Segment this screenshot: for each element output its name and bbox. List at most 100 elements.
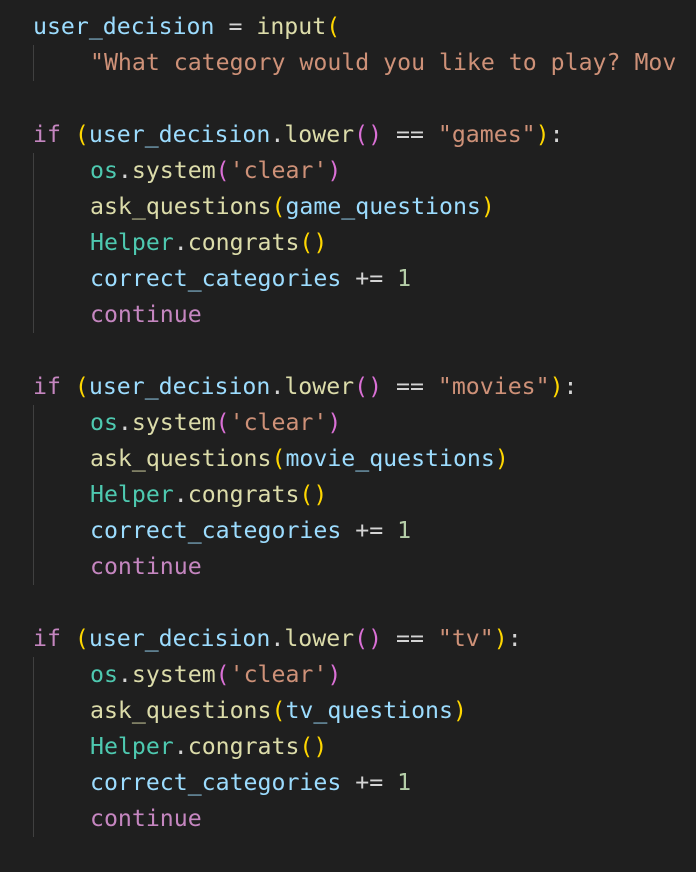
token-dot: . (117, 661, 132, 688)
token-dot: . (117, 409, 132, 436)
token-bracket: () (299, 733, 328, 760)
token-dot: . (270, 373, 285, 400)
token-bracket: ) (327, 661, 342, 688)
token-keyword: continue (90, 553, 202, 580)
token-dot: . (270, 121, 285, 148)
code-line-if-movies[interactable]: if (user_decision.lower() == "movies"): (33, 369, 578, 405)
code-line-helper-congrats[interactable]: Helper.congrats() (33, 477, 327, 513)
token-function: congrats (187, 229, 300, 256)
code-line-prompt-string[interactable]: "What category would you like to play? M… (33, 45, 676, 81)
token-module: os (90, 409, 118, 436)
token-function: congrats (187, 733, 300, 760)
token-variable: correct_categories (90, 769, 342, 796)
token-function: system (131, 157, 216, 184)
token-dot: . (173, 733, 188, 760)
token-bracket: () (354, 625, 383, 652)
token-variable: game_questions (285, 193, 481, 220)
token-keyword: if (33, 625, 75, 652)
token-bracket: ( (215, 157, 230, 184)
token-class: Helper (90, 481, 174, 508)
token-function: ask_questions (90, 445, 272, 472)
token-bracket: () (299, 229, 328, 256)
token-keyword: continue (90, 805, 202, 832)
token-string: "tv" (437, 625, 494, 652)
token-bracket: () (299, 481, 328, 508)
token-function: system (131, 661, 216, 688)
code-line-helper-congrats[interactable]: Helper.congrats() (33, 225, 327, 261)
token-bracket: () (354, 373, 383, 400)
token-module: os (90, 157, 118, 184)
token-bracket: ( (74, 625, 89, 652)
code-line-input-assign[interactable]: user_decision = input( (33, 9, 340, 45)
token-function: lower (284, 121, 355, 148)
token-string: 'clear' (229, 409, 328, 436)
token-variable: tv_questions (285, 697, 453, 724)
token-number: 1 (397, 517, 412, 544)
token-function: system (131, 409, 216, 436)
token-variable: correct_categories (90, 517, 342, 544)
token-colon: : (549, 121, 564, 148)
code-line-os-system[interactable]: os.system('clear') (33, 405, 341, 441)
token-keyword: if (33, 121, 75, 148)
token-string: "games" (437, 121, 536, 148)
token-string: 'clear' (229, 157, 328, 184)
code-line-increment[interactable]: correct_categories += 1 (33, 513, 411, 549)
token-bracket: ( (271, 193, 286, 220)
code-editor[interactable]: user_decision = input( "What category wo… (0, 0, 696, 872)
token-operator: == (382, 625, 438, 652)
token-colon: : (507, 625, 522, 652)
token-bracket: ( (215, 409, 230, 436)
token-class: Helper (90, 733, 174, 760)
code-line-if-games[interactable]: if (user_decision.lower() == "games"): (33, 117, 564, 153)
code-line-ask-questions[interactable]: ask_questions(movie_questions) (33, 441, 509, 477)
token-variable: user_decision (88, 373, 271, 400)
token-number: 1 (397, 265, 412, 292)
token-bracket: ( (215, 661, 230, 688)
token-keyword: if (33, 373, 75, 400)
token-variable: movie_questions (285, 445, 495, 472)
token-operator: = (214, 13, 257, 40)
token-dot: . (270, 625, 285, 652)
token-bracket: ( (74, 121, 89, 148)
token-operator: == (382, 373, 438, 400)
token-variable: correct_categories (90, 265, 342, 292)
token-dot: . (173, 481, 188, 508)
token-bracket: () (354, 121, 383, 148)
code-line-continue[interactable]: continue (33, 549, 202, 585)
token-keyword: continue (90, 301, 202, 328)
code-line-ask-questions[interactable]: ask_questions(game_questions) (33, 189, 495, 225)
token-variable: user_decision (33, 13, 215, 40)
token-operator: += (341, 517, 398, 544)
code-line-ask-questions[interactable]: ask_questions(tv_questions) (33, 693, 467, 729)
token-bracket: ) (494, 445, 509, 472)
code-line-os-system[interactable]: os.system('clear') (33, 153, 341, 189)
token-bracket: ) (327, 409, 342, 436)
code-line-helper-congrats[interactable]: Helper.congrats() (33, 729, 327, 765)
token-function: ask_questions (90, 697, 272, 724)
token-bracket: ( (271, 445, 286, 472)
token-function: lower (284, 625, 355, 652)
token-variable: user_decision (88, 625, 271, 652)
token-function: input (256, 13, 327, 40)
token-bracket: ( (271, 697, 286, 724)
token-operator: == (382, 121, 438, 148)
token-module: os (90, 661, 118, 688)
token-colon: : (563, 373, 578, 400)
code-line-continue[interactable]: continue (33, 801, 202, 837)
token-dot: . (173, 229, 188, 256)
token-number: 1 (397, 769, 412, 796)
token-class: Helper (90, 229, 174, 256)
code-line-increment[interactable]: correct_categories += 1 (33, 765, 411, 801)
token-function: ask_questions (90, 193, 272, 220)
token-bracket: ( (74, 373, 89, 400)
token-bracket: ) (549, 373, 564, 400)
code-line-continue[interactable]: continue (33, 297, 202, 333)
code-line-increment[interactable]: correct_categories += 1 (33, 261, 411, 297)
token-string: "What category would you like to play? M… (90, 49, 677, 76)
code-line-os-system[interactable]: os.system('clear') (33, 657, 341, 693)
token-operator: += (341, 769, 398, 796)
token-bracket: ) (480, 193, 495, 220)
token-bracket: ) (327, 157, 342, 184)
token-dot: . (117, 157, 132, 184)
code-line-if-tv[interactable]: if (user_decision.lower() == "tv"): (33, 621, 522, 657)
